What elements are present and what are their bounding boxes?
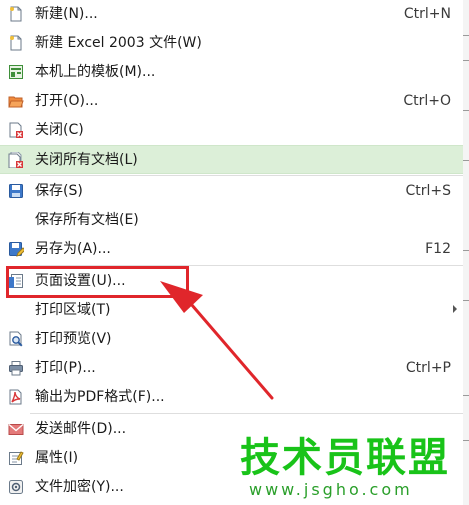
menu-item-label: 保存(S) (35, 183, 83, 199)
menu-item-new[interactable]: 新建(N)... Ctrl+N (0, 0, 463, 29)
menu-item-shortcut: Ctrl+S (405, 183, 451, 199)
menu-item-label: 打印区域(T) (35, 302, 111, 318)
close-all-documents-icon (8, 152, 24, 168)
menu-item-label: 输出为PDF格式(F)... (35, 389, 165, 405)
menu-item-label: 本机上的模板(M)... (35, 64, 156, 80)
menu-item-shortcut: Ctrl+O (403, 93, 451, 109)
watermark-url: www.jsgho.com (249, 480, 413, 499)
save-as-icon (8, 241, 24, 257)
file-menu: 新建(N)... Ctrl+N 新建 Excel 2003 文件(W) 本机上的… (0, 0, 464, 505)
menu-item-label: 属性(I) (35, 450, 79, 466)
menu-item-close[interactable]: 关闭(C) (0, 116, 463, 145)
menu-item-shortcut: Ctrl+P (405, 360, 451, 376)
watermark-title: 技术员联盟 (240, 435, 450, 481)
printer-icon (8, 360, 24, 376)
menu-item-label: 发送邮件(D)... (35, 421, 127, 437)
new-excel-document-icon (8, 35, 24, 51)
open-folder-icon (8, 93, 24, 109)
menu-item-label: 文件加密(Y)... (35, 479, 124, 495)
print-preview-icon (8, 331, 24, 347)
menu-item-label: 新建 Excel 2003 文件(W) (35, 35, 202, 51)
menu-separator (30, 413, 463, 414)
menu-item-new-excel-2003[interactable]: 新建 Excel 2003 文件(W) (0, 29, 463, 58)
menu-item-label: 保存所有文档(E) (35, 212, 139, 228)
menu-item-shortcut: Ctrl+N (403, 6, 451, 22)
menu-separator (30, 175, 463, 176)
menu-item-print-preview[interactable]: 打印预览(V) (0, 325, 463, 354)
menu-item-label: 新建(N)... (35, 6, 98, 22)
menu-item-label: 打印预览(V) (35, 331, 112, 347)
menu-item-open[interactable]: 打开(O)... Ctrl+O (0, 87, 463, 116)
new-document-icon (8, 6, 24, 22)
save-icon (8, 183, 24, 199)
menu-item-print-area[interactable]: 打印区域(T) (0, 296, 463, 325)
window-edge (463, 0, 469, 505)
menu-item-label: 另存为(A)... (35, 241, 111, 257)
encrypt-icon (8, 479, 24, 495)
template-icon (8, 64, 24, 80)
menu-item-save-all[interactable]: 保存所有文档(E) (0, 206, 463, 235)
menu-item-export-pdf[interactable]: 输出为PDF格式(F)... (0, 383, 463, 412)
menu-item-label: 打印(P)... (35, 360, 96, 376)
mail-icon (8, 421, 24, 437)
menu-item-label: 关闭(C) (35, 122, 84, 138)
menu-item-local-templates[interactable]: 本机上的模板(M)... (0, 58, 463, 87)
properties-icon (8, 450, 24, 466)
menu-item-save[interactable]: 保存(S) Ctrl+S (0, 177, 463, 206)
pdf-icon (8, 389, 24, 405)
menu-item-label: 关闭所有文档(L) (35, 152, 138, 168)
close-document-icon (8, 122, 24, 138)
submenu-arrow-icon (453, 305, 457, 313)
menu-item-label: 打开(O)... (35, 93, 99, 109)
menu-item-shortcut: F12 (425, 241, 451, 257)
menu-item-print[interactable]: 打印(P)... Ctrl+P (0, 354, 463, 383)
menu-item-save-as[interactable]: 另存为(A)... F12 (0, 235, 463, 264)
menu-item-close-all[interactable]: 关闭所有文档(L) (0, 145, 463, 174)
annotation-highlight-box (6, 266, 189, 298)
